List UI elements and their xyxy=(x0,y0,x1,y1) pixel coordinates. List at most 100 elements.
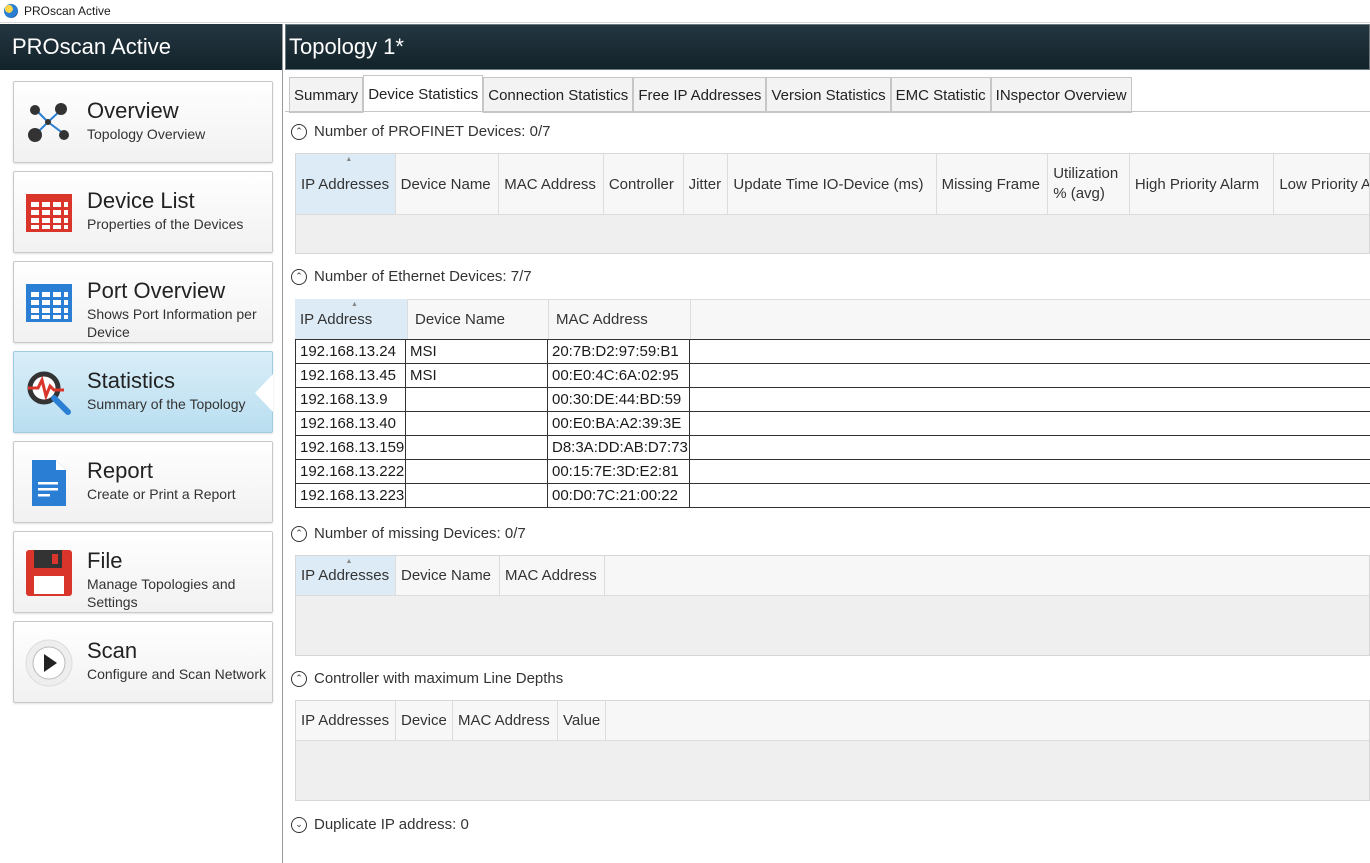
column-header[interactable]: MAC Address xyxy=(500,556,605,595)
sidebar-item-subtitle: Summary of the Topology xyxy=(87,396,246,412)
tab-version-statistics[interactable]: Version Statistics xyxy=(766,77,891,113)
device-name-cell xyxy=(406,436,548,459)
sidebar-item-title: File xyxy=(87,548,123,573)
sidebar-item-subtitle: Properties of the Devices xyxy=(87,216,244,232)
sort-arrow-icon: ▲ xyxy=(345,156,353,163)
column-header[interactable]: Value xyxy=(558,701,606,740)
tab-connection-statistics[interactable]: Connection Statistics xyxy=(483,77,634,113)
statistics-magnifier-icon xyxy=(24,368,74,418)
column-header[interactable]: High Priority Alarm xyxy=(1130,154,1275,214)
page-title: Topology 1* xyxy=(285,24,1370,70)
table-icon xyxy=(24,188,74,238)
controller-section-header[interactable]: ⌃ Controller with maximum Line Depths xyxy=(291,670,563,687)
column-header[interactable]: MAC Address xyxy=(499,154,604,214)
duplicate-section-title: Duplicate IP address: 0 xyxy=(314,816,469,833)
missing-section-header[interactable]: ⌃ Number of missing Devices: 0/7 xyxy=(291,525,526,542)
table-row[interactable]: 192.168.13.45 MSI 00:E0:4C:6A:02:95 xyxy=(296,364,1370,388)
active-indicator xyxy=(255,374,273,412)
device-name-cell: MSI xyxy=(406,340,548,363)
sidebar-item-file[interactable]: File Manage Topologies and Settings xyxy=(13,531,273,613)
column-header[interactable]: IP Addresses xyxy=(296,701,396,740)
profinet-section-header[interactable]: ⌃ Number of PROFINET Devices: 0/7 xyxy=(291,123,550,140)
column-header[interactable]: ▲ IP Address xyxy=(295,299,408,339)
device-name-cell xyxy=(406,460,548,483)
collapse-icon[interactable]: ⌃ xyxy=(291,525,307,542)
document-icon xyxy=(24,458,74,508)
column-header[interactable]: MAC Address xyxy=(453,701,558,740)
sidebar-item-subtitle: Topology Overview xyxy=(87,126,206,142)
profinet-grid: ▲ IP Addresses Device Name MAC Address Co… xyxy=(295,153,1370,254)
sidebar-item-scan[interactable]: Scan Configure and Scan Network xyxy=(13,621,273,703)
ip-cell: 192.168.13.222 xyxy=(296,460,406,483)
sidebar-item-report[interactable]: Report Create or Print a Report xyxy=(13,441,273,523)
profinet-section-title: Number of PROFINET Devices: 0/7 xyxy=(314,123,551,140)
missing-section-title: Number of missing Devices: 0/7 xyxy=(314,525,526,542)
column-header[interactable]: MAC Address xyxy=(549,299,691,339)
ip-cell: 192.168.13.9 xyxy=(296,388,406,411)
ip-cell: 192.168.13.45 xyxy=(296,364,406,387)
missing-grid: ▲ IP Addresses Device Name MAC Address xyxy=(295,555,1370,656)
tab-emc-statistic[interactable]: EMC Statistic xyxy=(890,77,991,113)
table-row[interactable]: 192.168.13.40 00:E0:BA:A2:39:3E xyxy=(296,412,1370,436)
column-header[interactable]: Device xyxy=(396,701,453,740)
sidebar-item-subtitle: Create or Print a Report xyxy=(87,486,236,502)
network-icon xyxy=(24,98,74,148)
ethernet-grid-header: ▲ IP Address Device Name MAC Address xyxy=(295,299,691,339)
mac-cell: D8:3A:DD:AB:D7:73 xyxy=(548,436,690,459)
table-row[interactable]: 192.168.13.159 D8:3A:DD:AB:D7:73 xyxy=(296,436,1370,460)
tab-free-ip-addresses[interactable]: Free IP Addresses xyxy=(633,77,767,113)
column-header[interactable]: Device Name xyxy=(408,299,549,339)
tab-device-statistics[interactable]: Device Statistics xyxy=(363,75,484,113)
sidebar-item-subtitle: Configure and Scan Network xyxy=(87,666,266,682)
column-header[interactable]: Device Name xyxy=(396,154,500,214)
column-header[interactable]: Jitter xyxy=(684,154,729,214)
sidebar-header: PROscan Active xyxy=(0,24,282,70)
sidebar-item-overview[interactable]: Overview Topology Overview xyxy=(13,81,273,163)
sidebar-item-statistics[interactable]: Statistics Summary of the Topology xyxy=(13,351,273,433)
mac-cell: 00:15:7E:3D:E2:81 xyxy=(548,460,690,483)
play-icon xyxy=(24,638,74,688)
column-header[interactable]: Device Name xyxy=(396,556,500,595)
ip-cell: 192.168.13.24 xyxy=(296,340,406,363)
tab-bar: Summary Device Statistics Connection Sta… xyxy=(289,75,1132,113)
controller-grid-header: IP Addresses Device MAC Address Value xyxy=(296,701,1369,741)
duplicate-section-header[interactable]: ⌄ Duplicate IP address: 0 xyxy=(291,816,469,833)
main-panel: Topology 1* Summary Device Statistics Co… xyxy=(285,24,1370,863)
window-title: PROscan Active xyxy=(24,4,111,18)
sidebar-item-title: Scan xyxy=(87,638,138,663)
column-header[interactable]: ▲ IP Addresses xyxy=(296,154,396,214)
missing-grid-header: ▲ IP Addresses Device Name MAC Address xyxy=(296,556,1369,596)
window-titlebar: PROscan Active xyxy=(0,0,1370,23)
device-name-cell xyxy=(406,388,548,411)
app-icon xyxy=(4,4,18,18)
mac-cell: 00:E0:4C:6A:02:95 xyxy=(548,364,690,387)
controller-grid: IP Addresses Device MAC Address Value xyxy=(295,700,1370,801)
sidebar-item-title: Report xyxy=(87,458,154,483)
mac-cell: 00:E0:BA:A2:39:3E xyxy=(548,412,690,435)
tab-summary[interactable]: Summary xyxy=(289,77,364,113)
column-header[interactable]: Low Priority A xyxy=(1274,154,1369,214)
sidebar-item-subtitle: Shows Port Information per Device xyxy=(87,306,257,340)
column-header[interactable]: Missing Frame xyxy=(937,154,1049,214)
sidebar-item-port-overview[interactable]: Port Overview Shows Port Information per… xyxy=(13,261,273,343)
collapse-icon[interactable]: ⌃ xyxy=(291,670,307,687)
ip-cell: 192.168.13.223 xyxy=(296,484,406,507)
table-row[interactable]: 192.168.13.9 00:30:DE:44:BD:59 xyxy=(296,388,1370,412)
device-name-cell xyxy=(406,484,548,507)
collapse-icon[interactable]: ⌃ xyxy=(291,268,307,285)
column-header[interactable]: ▲ IP Addresses xyxy=(296,556,396,595)
floppy-disk-icon xyxy=(24,548,74,598)
column-header[interactable]: Utilization % (avg) xyxy=(1048,154,1130,214)
table-row[interactable]: 192.168.13.222 00:15:7E:3D:E2:81 xyxy=(296,460,1370,484)
tab-inspector-overview[interactable]: INspector Overview xyxy=(990,77,1132,113)
device-name-cell: MSI xyxy=(406,364,548,387)
expand-icon[interactable]: ⌄ xyxy=(291,816,307,833)
ethernet-section-header[interactable]: ⌃ Number of Ethernet Devices: 7/7 xyxy=(291,268,532,285)
column-header[interactable]: Update Time IO-Device (ms) xyxy=(728,154,937,214)
table-row[interactable]: 192.168.13.24 MSI 20:7B:D2:97:59:B1 xyxy=(296,340,1370,364)
collapse-icon[interactable]: ⌃ xyxy=(291,123,307,140)
sidebar-item-device-list[interactable]: Device List Properties of the Devices xyxy=(13,171,273,253)
sidebar-item-title: Statistics xyxy=(87,368,176,393)
table-row[interactable]: 192.168.13.223 00:D0:7C:21:00:22 xyxy=(296,484,1370,508)
column-header[interactable]: Controller xyxy=(604,154,684,214)
